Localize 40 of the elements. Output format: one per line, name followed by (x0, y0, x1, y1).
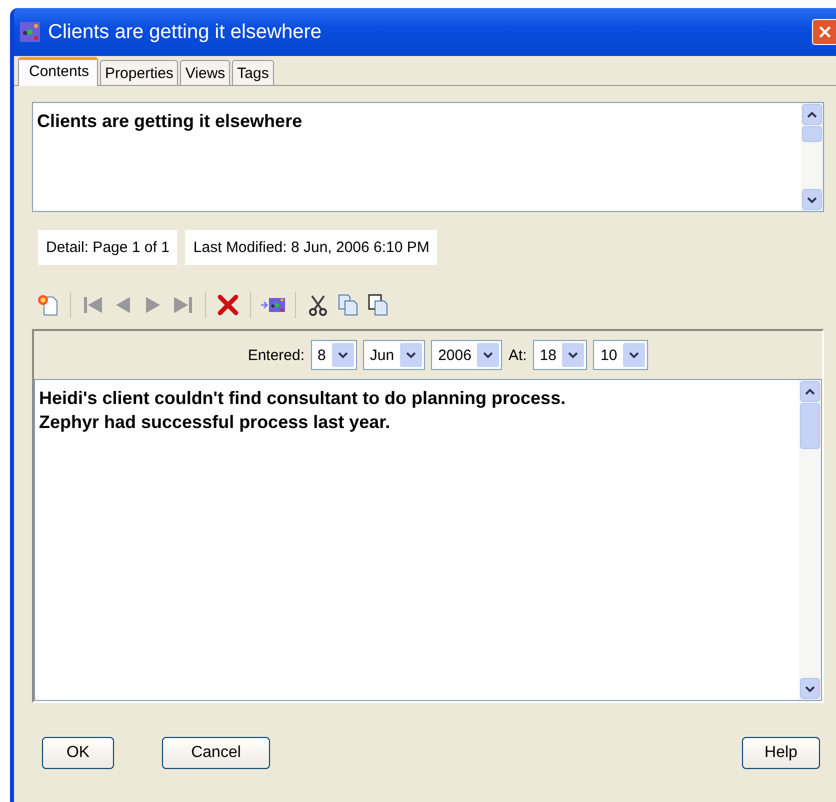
info-label: Last Modified: 8 Jun, 2006 6:10 PM (185, 230, 438, 265)
day-dropdown[interactable]: 8 (310, 340, 357, 370)
tab[interactable]: Properties (100, 60, 178, 85)
caret-icon (629, 350, 640, 360)
dialog-button[interactable]: OK (42, 737, 114, 769)
new-page-icon[interactable] (36, 293, 60, 317)
scroll-thumb[interactable] (802, 126, 822, 142)
scrollbar[interactable] (801, 103, 823, 211)
window-title: Clients are getting it elsewhere (48, 20, 322, 44)
info-label: Detail: Page 1 of 1 (38, 230, 178, 265)
scrollbar[interactable] (799, 380, 821, 700)
title-text-area[interactable]: Clients are getting it elsewhere (32, 102, 824, 212)
dialog-button[interactable]: Cancel (162, 737, 270, 769)
month-dropdown[interactable]: Jun (362, 340, 426, 370)
copy-icon[interactable] (336, 293, 360, 317)
scroll-up-icon[interactable] (807, 110, 817, 120)
tab[interactable]: Tags (232, 60, 274, 85)
at-label: At: (508, 346, 527, 364)
cut-icon[interactable] (306, 293, 330, 317)
caret-icon (338, 350, 348, 360)
app-icon (20, 22, 40, 42)
caret-icon (406, 350, 416, 360)
caret-icon (483, 350, 494, 360)
delete-icon[interactable] (216, 293, 240, 317)
paste-icon[interactable] (366, 293, 390, 317)
scroll-down-icon[interactable] (807, 194, 817, 204)
close-icon (817, 24, 833, 40)
caret-icon (568, 350, 578, 360)
notes-text-area[interactable]: Heidi's client couldn't find consultant to do planning process. Zephyr had successful process last year. (34, 379, 822, 701)
hour-dropdown[interactable]: 18 (532, 340, 588, 370)
tab[interactable]: Contents (18, 57, 98, 86)
scroll-down-icon[interactable] (805, 684, 815, 694)
scroll-up-icon[interactable] (805, 386, 815, 396)
minute-dropdown[interactable]: 10 (593, 340, 648, 370)
dialog-button[interactable]: Help (742, 737, 820, 769)
scroll-thumb[interactable] (800, 403, 820, 449)
close-button[interactable] (812, 19, 836, 45)
tab[interactable]: Views (180, 60, 230, 85)
year-dropdown[interactable]: 2006 (431, 340, 502, 370)
entered-label: Entered: (248, 346, 305, 364)
